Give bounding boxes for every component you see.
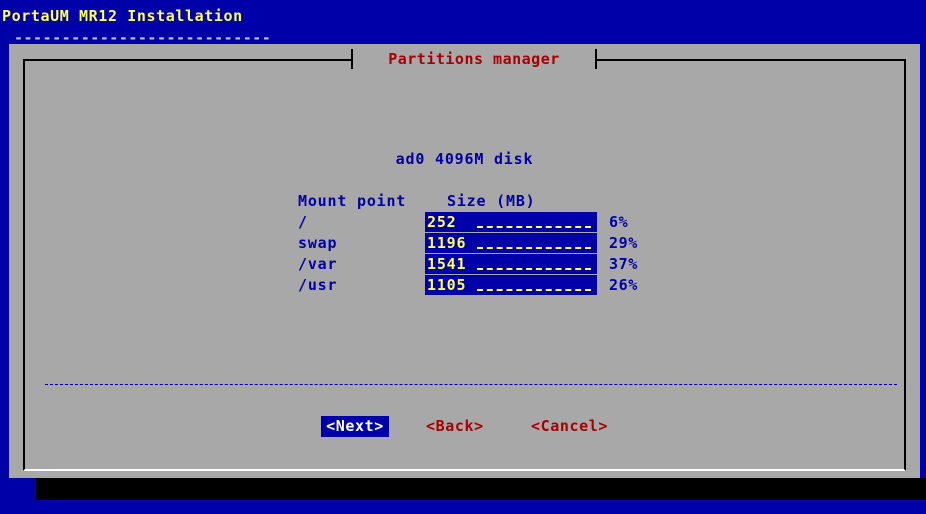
separator bbox=[45, 384, 897, 385]
mount-point: /usr bbox=[298, 276, 338, 294]
partition-row: /var 1541 37% bbox=[9, 254, 920, 274]
dialog-title: Partitions manager bbox=[351, 44, 597, 74]
size-percent: 26% bbox=[609, 276, 638, 294]
disk-label: ad0 4096M disk bbox=[395, 150, 534, 168]
partition-row: swap 1196 29% bbox=[9, 233, 920, 253]
field-fill bbox=[477, 268, 591, 270]
size-value: 1105 bbox=[427, 276, 467, 294]
mount-point: swap bbox=[298, 234, 338, 252]
back-button[interactable]: <Back> bbox=[426, 416, 484, 437]
size-input-root[interactable]: 252 bbox=[425, 212, 597, 232]
next-button[interactable]: <Next> bbox=[321, 416, 389, 437]
field-fill bbox=[477, 247, 591, 249]
field-fill bbox=[477, 226, 591, 228]
size-header: Size (MB) bbox=[447, 192, 536, 210]
app-title: PortaUM MR12 Installation bbox=[2, 7, 243, 25]
cancel-button[interactable]: <Cancel> bbox=[531, 416, 608, 437]
partitions-dialog: Partitions manager ad0 4096M disk Mount … bbox=[9, 44, 920, 478]
size-input-usr[interactable]: 1105 bbox=[425, 275, 597, 295]
size-value: 1196 bbox=[427, 234, 467, 252]
partition-row: /usr 1105 26% bbox=[9, 275, 920, 295]
size-percent: 6% bbox=[609, 213, 629, 231]
mount-point: / bbox=[298, 213, 308, 231]
size-input-var[interactable]: 1541 bbox=[425, 254, 597, 274]
mount-point: /var bbox=[298, 255, 338, 273]
partition-row: / 252 6% bbox=[9, 212, 920, 232]
size-value: 252 bbox=[427, 213, 457, 231]
size-input-swap[interactable]: 1196 bbox=[425, 233, 597, 253]
field-fill bbox=[477, 289, 591, 291]
mount-point-header: Mount point bbox=[298, 192, 407, 210]
size-percent: 29% bbox=[609, 234, 638, 252]
dialog-shadow bbox=[36, 478, 926, 500]
size-value: 1541 bbox=[427, 255, 467, 273]
size-percent: 37% bbox=[609, 255, 638, 273]
